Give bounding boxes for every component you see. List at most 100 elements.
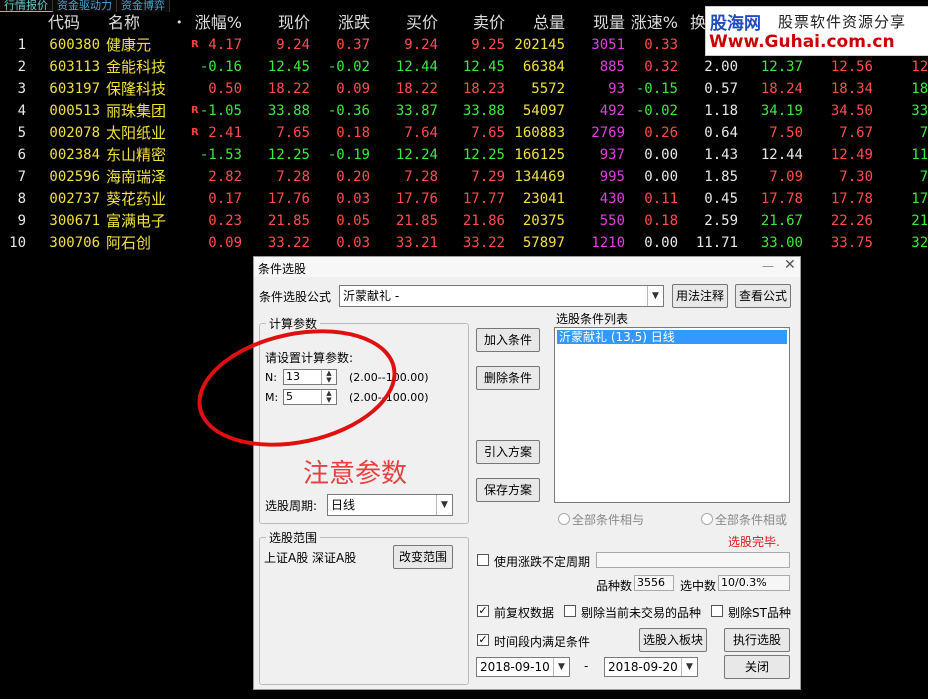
- row-index: 3: [17, 81, 26, 97]
- table-row[interactable]: 4 000513 丽珠集团 R -1.05 33.88 -0.36 33.87 33.88 540…: [0, 100, 928, 122]
- high-price: 33.75: [830, 235, 873, 251]
- col-chg[interactable]: 涨跌: [320, 12, 370, 34]
- low-price: 7.4: [919, 125, 928, 141]
- change: -0.36: [327, 103, 370, 119]
- high-price: [815, 34, 873, 56]
- usage-notes-button[interactable]: 用法注释: [672, 284, 728, 308]
- date-separator: -: [584, 659, 589, 673]
- tab-quotes[interactable]: 行情报价: [0, 0, 53, 12]
- time-range-checkbox[interactable]: ✓: [477, 634, 489, 646]
- status-text: 选股完毕.: [728, 535, 780, 549]
- change-scope-button[interactable]: 改变范围: [393, 545, 453, 569]
- turnover: 2.59: [704, 213, 738, 229]
- add-condition-button[interactable]: 加入条件: [476, 328, 540, 352]
- table-row[interactable]: 2 603113 金能科技 -0.16 12.45 -0.02 12.44 12.45 6638…: [0, 56, 928, 78]
- open-price: 34.19: [760, 103, 803, 119]
- dialog-titlebar[interactable]: 条件选股 — ✕: [254, 257, 800, 277]
- price: 17.76: [267, 191, 310, 207]
- current-volume: 937: [599, 147, 625, 163]
- change: 0.20: [336, 169, 370, 185]
- delete-condition-button[interactable]: 删除条件: [476, 366, 540, 390]
- all-or-label: 全部条件相或: [715, 513, 788, 527]
- exclude-untraded-checkbox[interactable]: [564, 605, 576, 617]
- high-price: 7.67: [839, 125, 873, 141]
- turnover: 0.57: [704, 81, 738, 97]
- low-price: [885, 34, 928, 56]
- low-price: 7.0: [919, 169, 928, 185]
- change: 0.37: [336, 37, 370, 53]
- stock-name: 金能科技: [106, 58, 167, 76]
- turnover: [690, 34, 738, 56]
- table-row[interactable]: 9 300671 富满电子 0.23 21.85 0.05 21.85 21.86 20375 5…: [0, 210, 928, 232]
- all-and-radio[interactable]: [558, 513, 570, 525]
- turnover: 0.45: [704, 191, 738, 207]
- price: 7.65: [276, 125, 310, 141]
- date-from-value: 2018-09-10: [480, 660, 550, 674]
- current-volume: 2769: [591, 125, 625, 141]
- col-speed[interactable]: 涨速%: [630, 12, 678, 34]
- all-or-radio[interactable]: [701, 513, 713, 525]
- minimize-icon[interactable]: —: [762, 259, 774, 273]
- tab-fund-game[interactable]: 资金博弈: [117, 0, 170, 12]
- col-dot: •: [176, 16, 183, 29]
- price: 12.45: [267, 59, 310, 75]
- indef-period-checkbox[interactable]: [477, 554, 489, 566]
- chevron-down-icon: ▼: [647, 286, 663, 306]
- price: 12.25: [267, 147, 310, 163]
- low-price: 33.3: [911, 103, 928, 119]
- condition-list-item[interactable]: 沂蒙献礼 (13,5) 日线: [557, 330, 787, 344]
- scope-text: 上证A股 深证A股: [264, 551, 357, 565]
- col-chg-pct[interactable]: 涨幅%: [190, 12, 242, 34]
- tab-fund-drive[interactable]: 资金驱动力: [53, 0, 117, 12]
- open-price: [745, 34, 803, 56]
- count-label: 品种数: [596, 579, 633, 593]
- save-plan-button[interactable]: 保存方案: [476, 478, 540, 502]
- exclude-st-checkbox[interactable]: [711, 605, 723, 617]
- formula-select[interactable]: 沂蒙献礼 - ▼: [339, 285, 664, 307]
- col-volume[interactable]: 总量: [520, 12, 565, 34]
- bid-price: 17.76: [395, 191, 438, 207]
- table-row[interactable]: 10 300706 阿石创 0.09 33.22 0.03 33.21 33.22 57897 1…: [0, 232, 928, 254]
- selected-label: 选中数: [680, 579, 717, 593]
- col-turnover[interactable]: 换: [690, 12, 706, 34]
- formula-value: 沂蒙献礼 -: [343, 289, 400, 303]
- period-value: 日线: [331, 498, 356, 512]
- condition-list[interactable]: 沂蒙献礼 (13,5) 日线: [554, 327, 790, 503]
- volume: 160883: [514, 125, 565, 141]
- low-price: 32.2: [911, 235, 928, 251]
- col-name[interactable]: 名称: [108, 12, 140, 34]
- ask-price: 33.22: [462, 235, 505, 251]
- col-price[interactable]: 现价: [255, 12, 310, 34]
- speed-pct: 0.00: [644, 147, 678, 163]
- col-bid[interactable]: 买价: [385, 12, 438, 34]
- add-to-block-button[interactable]: 选股入板块: [639, 628, 707, 652]
- col-code[interactable]: 代码: [48, 12, 80, 34]
- row-index: 5: [17, 125, 26, 141]
- table-row[interactable]: 1 600380 健康元 R 4.17 9.24 0.37 9.24 9.25 202145 305…: [0, 34, 928, 56]
- row-index: 6: [17, 147, 26, 163]
- close-icon[interactable]: ✕: [784, 257, 796, 273]
- date-to-picker[interactable]: 2018-09-20 ▼: [604, 657, 698, 677]
- scope-group-title: 选股范围: [266, 529, 321, 546]
- period-select[interactable]: 日线 ▼: [327, 494, 453, 516]
- price: 33.88: [267, 103, 310, 119]
- execute-screen-button[interactable]: 执行选股: [724, 628, 790, 652]
- price: 21.85: [267, 213, 310, 229]
- row-index: 8: [17, 191, 26, 207]
- table-row[interactable]: 6 002384 东山精密 -1.53 12.25 -0.19 12.24 12.25 1661…: [0, 144, 928, 166]
- pre-adjust-checkbox[interactable]: ✓: [477, 605, 489, 617]
- change: -0.02: [327, 59, 370, 75]
- view-formula-button[interactable]: 查看公式: [735, 284, 791, 308]
- col-cur-vol[interactable]: 现量: [580, 12, 625, 34]
- table-row[interactable]: 5 002078 太阳纸业 R 2.41 7.65 0.18 7.64 7.65 160883 27…: [0, 122, 928, 144]
- load-plan-button[interactable]: 引入方案: [476, 440, 540, 464]
- high-price: 18.34: [830, 81, 873, 97]
- table-row[interactable]: 3 603197 保隆科技 0.50 18.22 0.09 18.22 18.23 5572 93…: [0, 78, 928, 100]
- date-from-picker[interactable]: 2018-09-10 ▼: [476, 657, 570, 677]
- table-row[interactable]: 8 002737 葵花药业 0.17 17.76 0.03 17.76 17.77 23041 4…: [0, 188, 928, 210]
- low-price: 17.3: [911, 191, 928, 207]
- close-button[interactable]: 关闭: [724, 655, 790, 679]
- col-ask[interactable]: 卖价: [450, 12, 505, 34]
- bid-price: 21.85: [395, 213, 438, 229]
- table-row[interactable]: 7 002596 海南瑞泽 2.82 7.28 0.20 7.28 7.29 134469 995…: [0, 166, 928, 188]
